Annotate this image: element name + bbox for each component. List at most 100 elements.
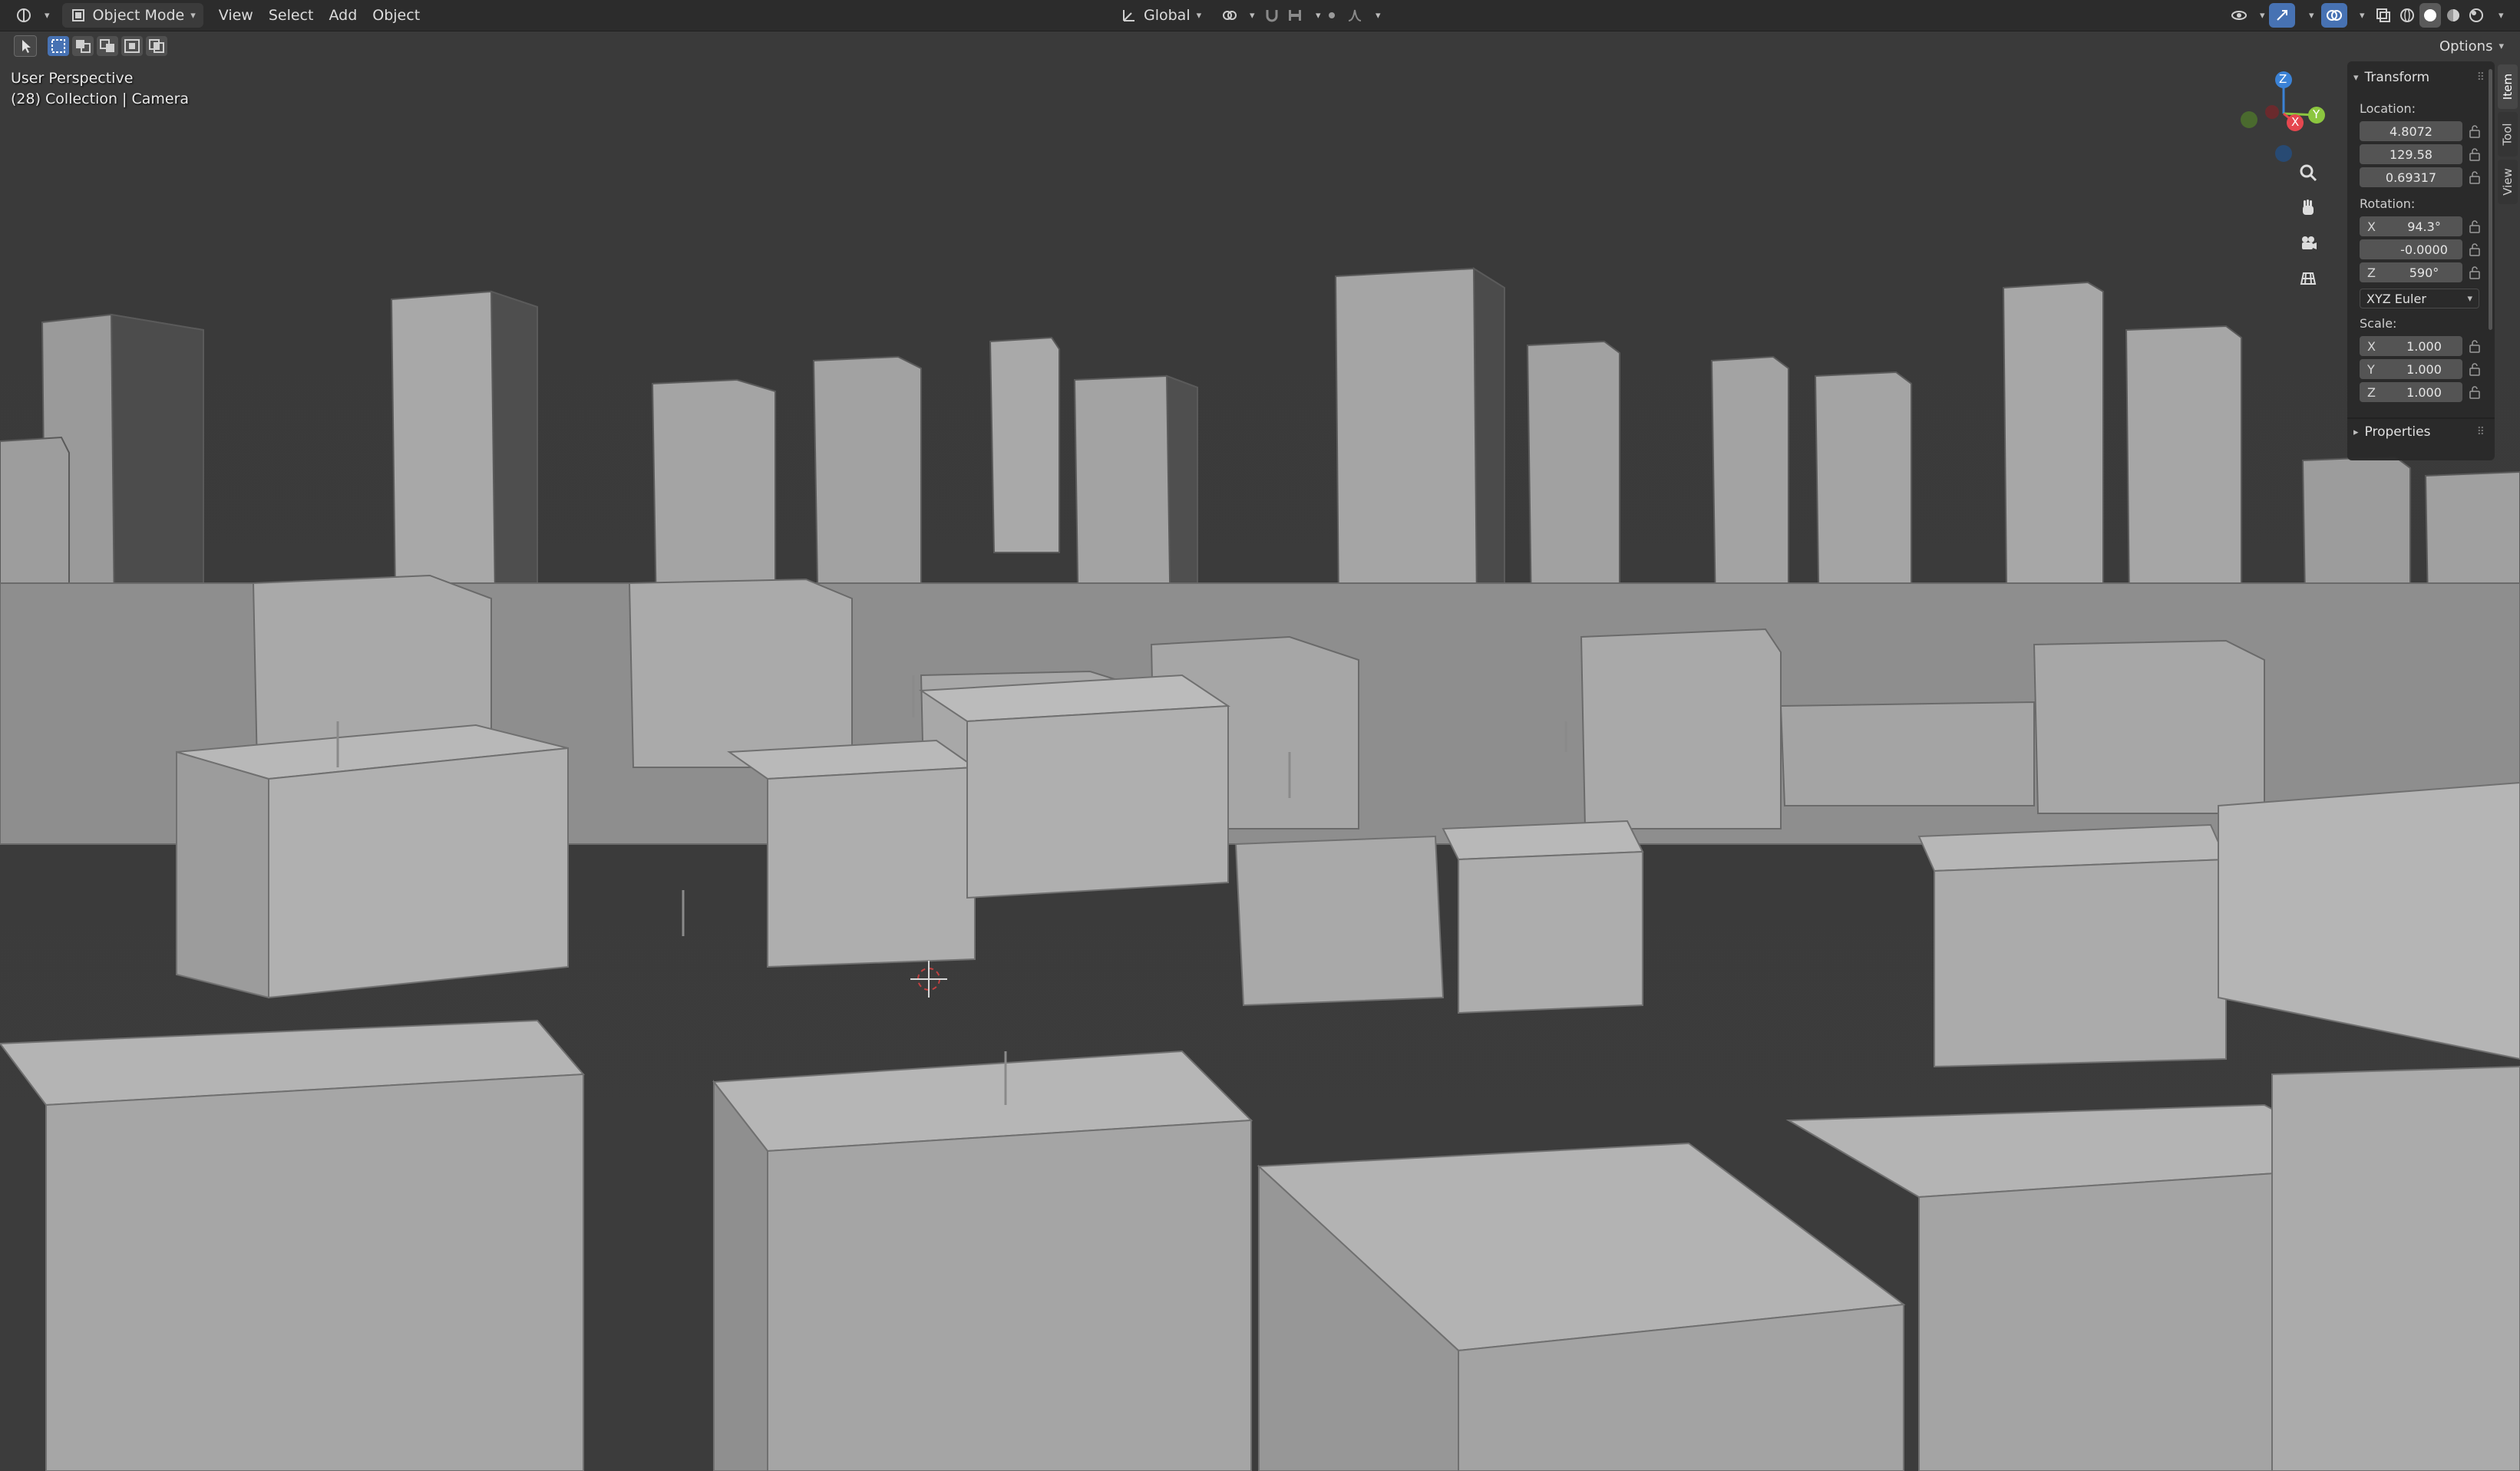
pivot-point-button[interactable]: ▾ [1213,3,1263,28]
lock-icon[interactable] [2469,242,2481,256]
zoom-button[interactable] [2298,163,2332,196]
scale-z-field[interactable]: Z 1.000 [2360,382,2462,402]
xray-toggle-button[interactable] [2372,3,2395,28]
object-mode-icon [71,9,84,21]
lock-icon[interactable] [2469,266,2481,279]
chevron-down-icon: ▾ [1376,9,1381,21]
scale-z-value: 1.000 [2406,384,2442,400]
rotation-label: Rotation: [2360,196,2416,211]
shading-rendered-button[interactable] [2466,3,2487,28]
tab-item-label: Item [2501,73,2515,101]
lock-icon[interactable] [2469,362,2481,376]
chevron-down-icon: ▾ [2309,9,2314,21]
rotation-z-axis-label: Z [2367,265,2376,280]
select-mode-extend-button[interactable] [72,36,94,56]
shading-dropdown[interactable]: ▾ [2490,3,2506,28]
chevron-down-icon: ▾ [190,9,196,21]
select-mode-new-button[interactable] [48,36,69,56]
rotation-y-field[interactable]: -0.0000 [2360,239,2462,259]
gizmo-dropdown[interactable]: ▾ [2300,3,2317,28]
rotation-z-field[interactable]: Z 590° [2360,262,2462,282]
location-x-field[interactable]: 4.8072 [2360,121,2462,141]
xray-icon [2376,8,2390,22]
menu-view[interactable]: View [211,3,261,28]
chevron-down-icon: ▾ [1250,9,1255,21]
mode-label: Object Mode [92,7,185,24]
pivot-icon [1223,11,1237,20]
camera-view-button[interactable] [2298,233,2332,267]
scale-y-field[interactable]: Y 1.000 [2360,359,2462,379]
chevron-right-icon: ▸ [2353,426,2359,438]
visibility-button[interactable]: ▾ [2223,3,2273,28]
proportional-edit-button[interactable]: ▾ [1316,3,1389,28]
chevron-down-icon: ▾ [2360,9,2365,21]
gizmo-icon [2277,10,2287,21]
tab-item[interactable]: Item [2498,64,2518,109]
wireframe-icon [2400,8,2414,22]
rotation-x-value: 94.3° [2407,219,2441,234]
navigation-gizmo[interactable]: Z Y X [2226,68,2341,167]
menu-select[interactable]: Select [261,3,322,28]
pan-button[interactable] [2298,198,2332,232]
transform-orientation-dropdown[interactable]: Global ▾ [1113,3,1209,28]
transform-panel-header[interactable]: ▾ Transform ⠿ [2353,66,2489,89]
eye-icon [2231,11,2247,20]
shading-material-button[interactable] [2442,3,2464,28]
grid-icon [2300,272,2317,285]
sidebar-scrollbar[interactable] [2489,69,2492,330]
location-z-field[interactable]: 0.69317 [2360,167,2462,187]
tab-tool[interactable]: Tool [2498,112,2518,157]
editor-type-button[interactable]: ▾ [8,3,58,28]
select-extend-icon [76,40,91,53]
proportional-edit-icon [1329,12,1335,18]
select-mode-subtract-button[interactable] [97,36,118,56]
shading-wireframe-button[interactable] [2396,3,2418,28]
tab-view-label: View [2501,168,2515,196]
lock-icon[interactable] [2469,147,2481,161]
snap-target-icon [1289,10,1301,21]
rotation-z-value: 590° [2409,265,2439,280]
options-dropdown[interactable]: Options ▾ [2432,34,2512,58]
shading-solid-button[interactable] [2419,3,2441,28]
drag-handle-icon[interactable]: ⠿ [2477,71,2485,84]
scale-x-axis-label: X [2367,338,2376,354]
properties-panel-header[interactable]: ▸ Properties ⠿ [2353,421,2489,444]
3d-viewport[interactable]: User Perspective (28) Collection | Camer… [0,0,2520,1471]
location-y-field[interactable]: 129.58 [2360,144,2462,164]
lock-icon[interactable] [2469,219,2481,233]
rotation-x-field[interactable]: X 94.3° [2360,216,2462,236]
chevron-down-icon: ▾ [2260,9,2265,21]
ortho-toggle-button[interactable] [2298,269,2332,302]
cursor-arrow-icon [22,40,31,53]
hand-icon [2303,200,2314,215]
lock-icon[interactable] [2469,385,2481,399]
lock-icon[interactable] [2469,339,2481,353]
menu-object[interactable]: Object [365,3,428,28]
scale-y-axis-label: Y [2367,361,2375,377]
transform-title: Transform [2364,70,2430,85]
tool-settings-row: Options ▾ [0,31,2520,61]
lock-icon[interactable] [2469,124,2481,138]
material-sphere-icon [2447,9,2459,21]
scale-label: Scale: [2360,316,2397,331]
location-label: Location: [2360,101,2416,116]
select-tool-button[interactable] [14,35,37,57]
menu-add[interactable]: Add [321,3,365,28]
scale-z-axis-label: Z [2367,384,2376,400]
select-mode-intersect-button[interactable] [146,36,167,56]
overlay-toggle-button[interactable] [2321,3,2347,28]
scale-x-value: 1.000 [2406,338,2442,354]
lock-icon[interactable] [2469,170,2481,184]
scale-x-field[interactable]: X 1.000 [2360,336,2462,356]
rotation-mode-dropdown[interactable]: XYZ Euler ▾ [2360,289,2479,308]
scale-y-value: 1.000 [2406,361,2442,377]
drag-handle-icon[interactable]: ⠿ [2477,426,2485,438]
orientation-icon [1123,10,1134,21]
tab-view[interactable]: View [2498,160,2518,204]
overlay-dropdown[interactable]: ▾ [2350,3,2368,28]
rotation-mode-label: XYZ Euler [2366,291,2426,306]
location-z-value: 0.69317 [2385,170,2437,185]
select-mode-invert-button[interactable] [121,36,143,56]
gizmo-toggle-button[interactable] [2269,3,2295,28]
mode-dropdown[interactable]: Object Mode ▾ [61,3,203,28]
